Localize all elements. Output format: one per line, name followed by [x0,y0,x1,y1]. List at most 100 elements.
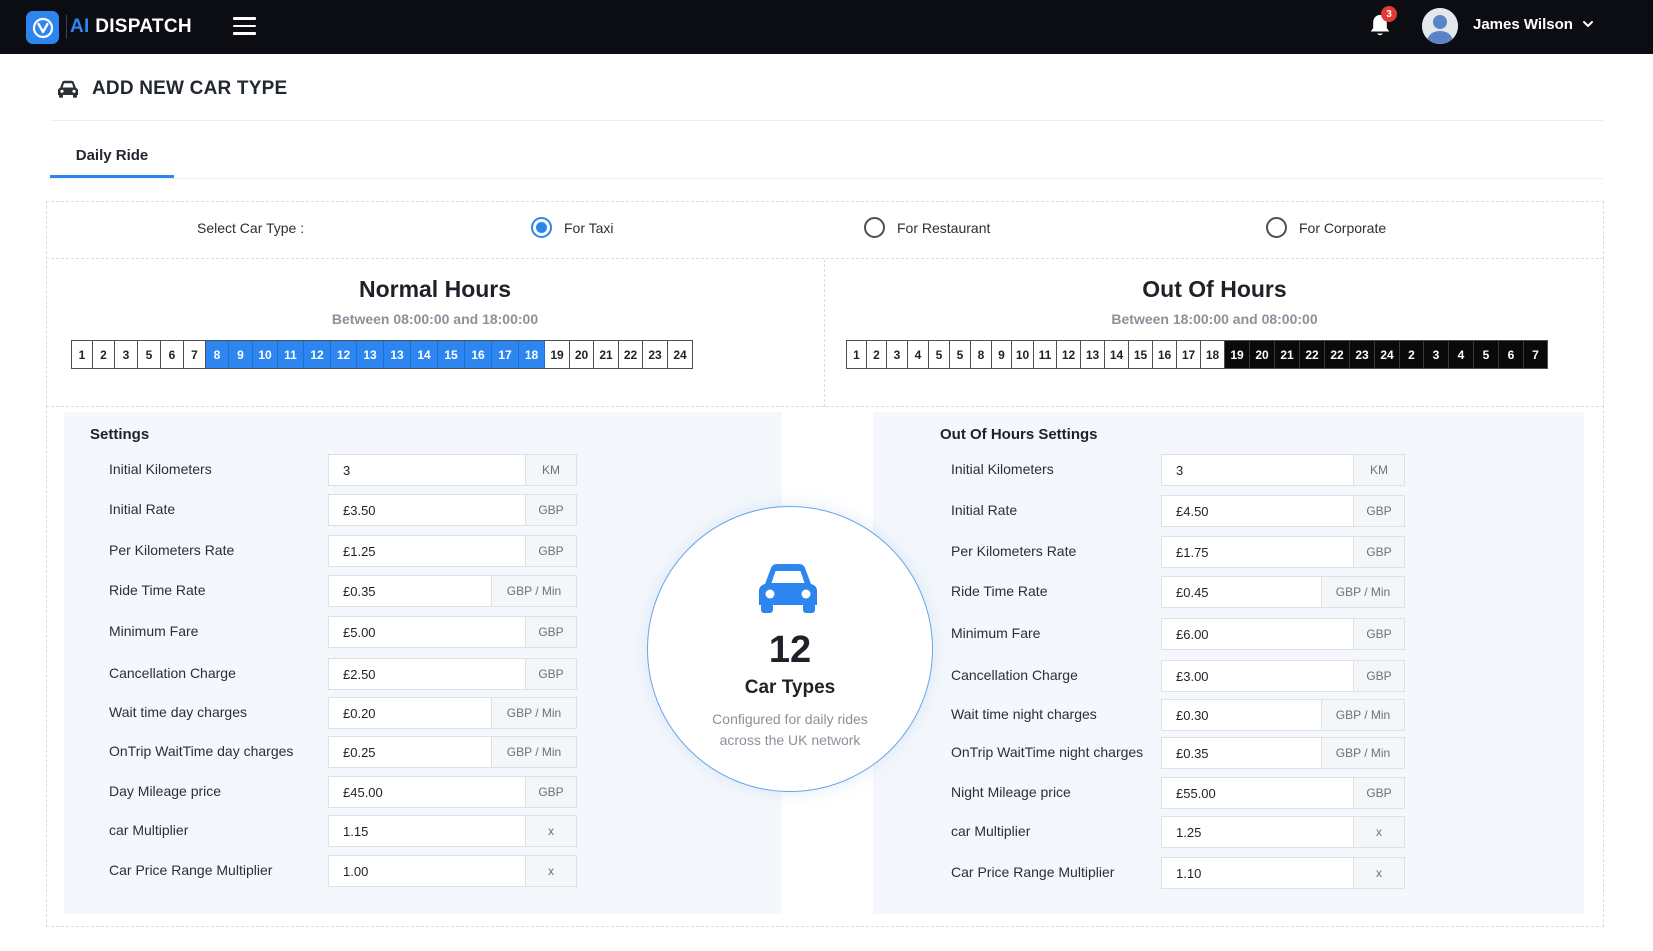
field-input[interactable] [1162,619,1353,649]
field-input[interactable] [1162,817,1353,847]
radio-for-restaurant[interactable]: For Restaurant [864,217,990,238]
field-label: Car Price Range Multiplier [109,862,273,878]
hour-cell[interactable]: 19 [545,341,570,368]
hour-cell[interactable]: 16 [465,341,492,368]
hour-cell[interactable]: 1 [72,341,93,368]
hour-cell[interactable]: 21 [1275,341,1300,368]
hour-cell[interactable]: 5 [138,341,161,368]
hour-cell[interactable]: 5 [950,341,971,368]
tab-daily-ride[interactable]: Daily Ride [50,136,174,178]
hour-cell[interactable]: 8 [971,341,992,368]
hour-cell[interactable]: 8 [206,341,229,368]
field-input[interactable] [329,576,491,606]
field-input[interactable] [329,659,525,689]
hour-cell[interactable]: 9 [992,341,1012,368]
hour-cell[interactable]: 22 [1325,341,1350,368]
radio-selected-icon[interactable] [531,217,552,238]
field-input[interactable] [329,816,525,846]
hour-cell[interactable]: 17 [1177,341,1201,368]
hour-cell[interactable]: 4 [1449,341,1474,368]
hour-cell[interactable]: 14 [411,341,438,368]
hour-cell[interactable]: 3 [1424,341,1449,368]
hour-cell[interactable]: 15 [1129,341,1153,368]
hour-cell[interactable]: 12 [331,341,357,368]
hour-cell[interactable]: 15 [438,341,465,368]
hour-cell[interactable]: 3 [887,341,908,368]
hour-cell[interactable]: 14 [1105,341,1129,368]
hour-cell[interactable]: 1 [847,341,867,368]
hour-cell[interactable]: 11 [1034,341,1057,368]
hour-cell[interactable]: 22 [619,341,643,368]
field-input[interactable] [1162,577,1321,607]
field-input[interactable] [1162,496,1353,526]
field-input[interactable] [329,777,525,807]
radio-unselected-icon[interactable] [864,217,885,238]
hour-cell[interactable]: 13 [1081,341,1105,368]
hour-cell[interactable]: 7 [1524,341,1547,368]
hour-cell[interactable]: 23 [1350,341,1375,368]
hour-cell[interactable]: 2 [93,341,115,368]
app-logo-icon[interactable] [26,11,59,44]
field-unit: GBP [1353,537,1404,567]
hour-cell[interactable]: 2 [1400,341,1424,368]
hour-cell[interactable]: 12 [1057,341,1081,368]
field-unit: GBP [525,495,576,525]
field-input[interactable] [1162,778,1353,808]
hour-cell[interactable]: 4 [908,341,929,368]
chevron-down-icon[interactable] [1581,17,1595,31]
hour-cell[interactable]: 22 [1300,341,1325,368]
user-avatar[interactable] [1422,8,1458,44]
radio-unselected-icon[interactable] [1266,217,1287,238]
radio-for-corporate[interactable]: For Corporate [1266,217,1386,238]
field-input[interactable] [329,536,525,566]
field-input[interactable] [1162,537,1353,567]
hour-cell[interactable]: 21 [594,341,619,368]
hour-cell[interactable]: 13 [357,341,384,368]
hour-cell[interactable]: 3 [115,341,138,368]
field-input[interactable] [329,698,491,728]
hour-cell[interactable]: 16 [1153,341,1177,368]
hour-cell[interactable]: 13 [384,341,411,368]
hour-cell[interactable]: 12 [304,341,331,368]
hour-cell[interactable]: 20 [1250,341,1275,368]
field-input[interactable] [329,856,525,886]
field-input[interactable] [1162,455,1353,485]
field-unit: GBP [525,617,576,647]
hour-cell[interactable]: 2 [867,341,887,368]
field-input-group: GBP [328,494,577,526]
field-input[interactable] [329,455,525,485]
hour-cell[interactable]: 24 [668,341,692,368]
hour-cell[interactable]: 23 [643,341,668,368]
field-input[interactable] [1162,738,1321,768]
hour-cell[interactable]: 17 [492,341,519,368]
normal-hours-selector: 1 2 3 5 6 7 8 9 10 11 12 12 13 13 14 15 16 17 18 19 20 21 22 23… [71,340,693,369]
field-label: Wait time day charges [109,704,247,720]
user-name[interactable]: James Wilson [1473,16,1573,33]
hour-cell[interactable]: 5 [1474,341,1499,368]
hour-cell[interactable]: 24 [1375,341,1400,368]
brand-dispatch: DISPATCH [89,16,192,37]
field-input[interactable] [1162,661,1353,691]
field-input[interactable] [329,495,525,525]
hour-cell[interactable]: 10 [1012,341,1034,368]
field-input[interactable] [1162,700,1321,730]
hour-cell[interactable]: 11 [278,341,304,368]
hour-cell[interactable]: 6 [1499,341,1524,368]
hour-cell[interactable]: 19 [1225,341,1250,368]
menu-toggle-icon[interactable] [233,17,256,37]
hour-cell[interactable]: 10 [253,341,278,368]
field-label: OnTrip WaitTime day charges [109,743,294,759]
field-input[interactable] [329,617,525,647]
field-unit: KM [1353,455,1404,485]
hour-cell[interactable]: 18 [519,341,545,368]
hour-cell[interactable]: 9 [229,341,253,368]
hour-cell[interactable]: 20 [570,341,594,368]
hour-cell[interactable]: 7 [184,341,206,368]
field-input-group: GBP / Min [1161,737,1405,769]
hour-cell[interactable]: 6 [161,341,184,368]
field-input[interactable] [1162,858,1353,888]
field-input[interactable] [329,737,491,767]
radio-for-taxi[interactable]: For Taxi [531,217,614,238]
hour-cell[interactable]: 18 [1201,341,1225,368]
hour-cell[interactable]: 5 [929,341,950,368]
